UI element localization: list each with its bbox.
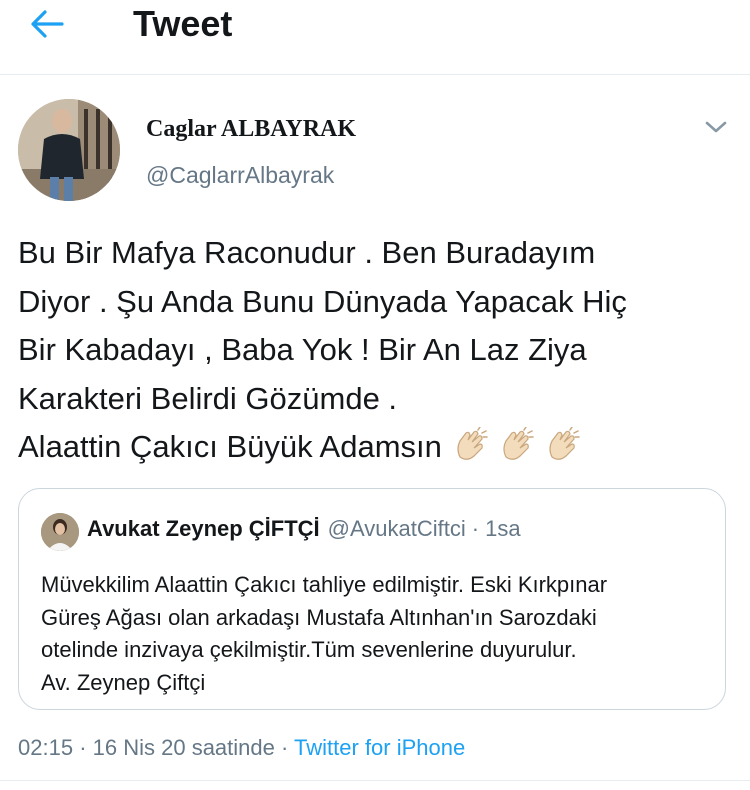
quoted-display-name[interactable]: Avukat Zeynep ÇİFTÇİ <box>87 516 320 541</box>
quoted-time: 1sa <box>485 516 521 541</box>
arrow-left-icon <box>31 10 64 38</box>
avatar-photo <box>18 99 120 201</box>
quoted-text-line: Müvekkilim Alaattin Çakıcı tahliye edilm… <box>41 572 608 597</box>
tweet-source-link[interactable]: Twitter for iPhone <box>294 735 465 760</box>
quoted-text-line: Av. Zeynep Çiftçi <box>41 669 206 695</box>
meta-separator: · <box>281 735 289 760</box>
divider <box>0 780 750 781</box>
tweet-text-line: Bu Bir Mafya Raconudur . Ben Buradayım <box>18 235 596 270</box>
tweet-text-line: Diyor . Şu Anda Bunu Dünyada Yapacak Hiç <box>18 283 627 319</box>
quoted-avatar-photo <box>41 513 79 551</box>
tweet-text-line: Bir Kabadayı , Baba Yok ! Bir An Laz Ziy… <box>18 332 587 367</box>
clapping-hands-icon <box>503 426 534 460</box>
quoted-text-line: Güreş Ağası olan arkadaşı Mustafa Altınh… <box>41 604 597 630</box>
tweet-text-line-last: Alaattin Çakıcı Büyük Adamsın <box>18 423 738 478</box>
tweet-text-line: Karakteri Belirdi Gözümde . <box>18 380 398 416</box>
user-handle[interactable]: @CaglarrAlbayrak <box>146 162 334 189</box>
tweet-meta: 02:15 · 16 Nis 20 saatinde · Twitter for… <box>18 735 465 761</box>
display-name[interactable]: Caglar ALBAYRAK <box>146 116 356 143</box>
quoted-avatar[interactable] <box>41 513 79 551</box>
clapping-hands-icon <box>457 426 488 460</box>
quoted-text: Müvekkilim Alaattin Çakıcı tahliye edilm… <box>41 569 711 699</box>
meta-separator: · <box>79 735 87 760</box>
tweet-text: Bu Bir Mafya Raconudur . Ben Buradayım D… <box>18 229 738 478</box>
emoji-row <box>442 426 580 478</box>
clapping-hands-icon <box>549 426 580 460</box>
tweet-time: 02:15 <box>18 735 74 760</box>
top-bar: Tweet <box>0 0 750 75</box>
quoted-handle[interactable]: @AvukatCiftci <box>328 516 466 541</box>
back-button[interactable] <box>22 4 72 44</box>
chevron-down-icon[interactable] <box>702 117 730 137</box>
page-title: Tweet <box>133 3 233 44</box>
avatar[interactable] <box>18 99 120 201</box>
quoted-separator: · <box>471 516 480 541</box>
quoted-header: Avukat Zeynep ÇİFTÇİ @AvukatCiftci · 1sa <box>87 516 521 542</box>
quoted-tweet[interactable]: Avukat Zeynep ÇİFTÇİ @AvukatCiftci · 1sa Mü… <box>18 488 726 710</box>
tweet-date: 16 Nis 20 saatinde <box>92 735 275 760</box>
tweet-text-line: Alaattin Çakıcı Büyük Adamsın <box>18 429 442 464</box>
quoted-text-line: otelinde inzivaya çekilmiştir.Tüm sevenl… <box>41 637 577 662</box>
